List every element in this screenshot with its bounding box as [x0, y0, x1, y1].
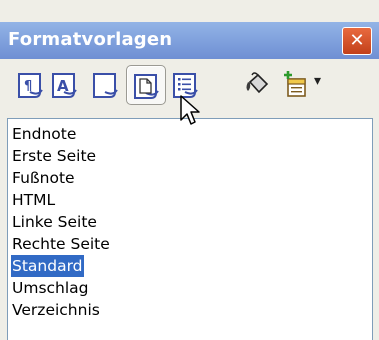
new-style-dropdown-arrow[interactable]: ▾ — [314, 73, 321, 89]
close-button[interactable]: ✕ — [342, 27, 372, 55]
new-style-from-selection-icon — [284, 71, 306, 97]
paragraph-styles-icon: ¶ — [18, 73, 43, 98]
styles-panel: Formatvorlagen ✕ ¶ A ▾ Endnote Erste Sei… — [0, 0, 379, 340]
page-styles-icon — [134, 74, 159, 99]
title-bar: Formatvorlagen ✕ — [0, 22, 379, 59]
new-style-from-selection-button[interactable] — [276, 65, 316, 105]
frame-styles-icon — [93, 73, 118, 98]
list-item[interactable]: Endnote — [11, 123, 77, 145]
fill-format-mode-icon — [246, 72, 269, 94]
list-item[interactable]: Verzeichnis — [11, 299, 101, 321]
character-styles-icon: A — [52, 73, 77, 98]
list-item[interactable]: Erste Seite — [11, 145, 97, 167]
list-item[interactable]: HTML — [11, 189, 56, 211]
styles-list[interactable]: Endnote Erste Seite Fußnote HTML Linke S… — [7, 118, 373, 340]
list-item[interactable]: Fußnote — [11, 167, 76, 189]
frame-styles-button[interactable] — [86, 65, 126, 105]
svg-text:¶: ¶ — [24, 79, 32, 94]
list-item[interactable]: Rechte Seite — [11, 233, 111, 255]
list-item-selected[interactable]: Standard — [11, 255, 84, 277]
fill-format-mode-button[interactable] — [237, 65, 277, 105]
panel-title: Formatvorlagen — [8, 29, 173, 50]
list-item[interactable]: Umschlag — [11, 277, 90, 299]
svg-text:A: A — [57, 77, 69, 95]
page-styles-button[interactable] — [126, 65, 166, 105]
close-icon: ✕ — [349, 30, 365, 51]
mouse-pointer-icon — [180, 95, 200, 125]
list-item[interactable]: Linke Seite — [11, 211, 98, 233]
character-styles-button[interactable]: A — [45, 65, 85, 105]
